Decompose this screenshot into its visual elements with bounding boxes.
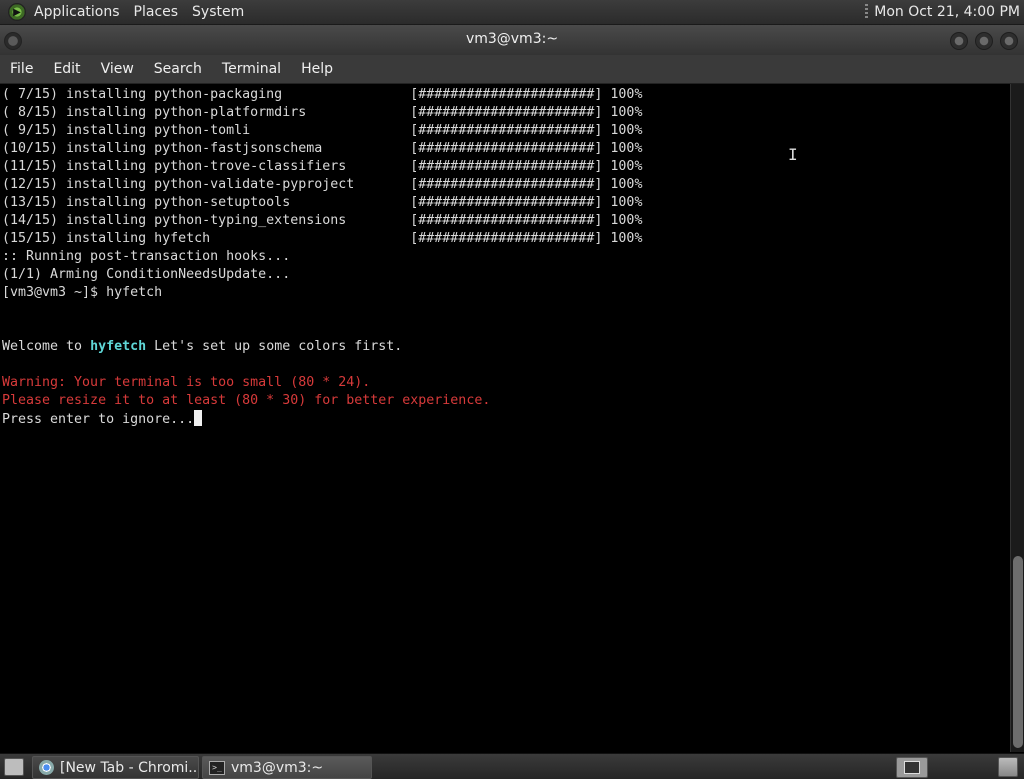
terminal-line-welcome: Welcome to hyfetch Let's set up some col… — [2, 338, 1010, 356]
install-progress-percent: 100% — [610, 105, 643, 120]
install-progress-bar: [######################] — [410, 141, 611, 156]
terminal-output[interactable]: ( 7/15) installing python-packaging [###… — [0, 84, 1010, 752]
install-line-text: (15/15) installing hyfetch — [2, 231, 411, 246]
maximize-button[interactable] — [975, 32, 993, 50]
show-desktop-icon[interactable] — [4, 758, 24, 776]
shell-command: hyfetch — [106, 285, 163, 300]
mouse-ibeam-cursor-icon: I — [788, 145, 798, 164]
text-cursor — [194, 410, 203, 426]
install-line-text: (11/15) installing python-trove-classifi… — [2, 159, 411, 174]
install-line-text: ( 9/15) installing python-tomli — [2, 123, 411, 138]
install-line: (14/15) installing python-typing_extensi… — [2, 212, 1010, 230]
welcome-suffix: Let's set up some colors first. — [146, 339, 403, 354]
terminal-line-resize: Please resize it to at least (80 * 30) f… — [2, 393, 491, 408]
terminal-scrollbar[interactable] — [1010, 84, 1024, 752]
install-progress-bar: [######################] — [410, 105, 611, 120]
install-progress-percent: 100% — [610, 123, 643, 138]
task-terminal-label: vm3@vm3:~ — [231, 759, 324, 776]
bottom-taskbar: [New Tab - Chromi... >_ vm3@vm3:~ — [0, 753, 1024, 779]
install-line: ( 9/15) installing python-tomli [#######… — [2, 122, 1010, 140]
install-line: (13/15) installing python-setuptools [##… — [2, 194, 1010, 212]
install-line: (12/15) installing python-validate-pypro… — [2, 176, 1010, 194]
welcome-prefix: Welcome to — [2, 339, 91, 354]
chromium-icon — [39, 760, 54, 775]
panel-clock[interactable]: Mon Oct 21, 4:00 PM — [874, 4, 1020, 20]
menu-edit[interactable]: Edit — [43, 61, 90, 77]
press-enter-text: Press enter to ignore... — [2, 412, 195, 427]
install-line: (10/15) installing python-fastjsonschema… — [2, 140, 1010, 158]
close-button[interactable] — [1000, 32, 1018, 50]
install-line-text: ( 8/15) installing python-platformdirs — [2, 105, 411, 120]
install-progress-percent: 100% — [610, 141, 643, 156]
top-panel: ▶ Applications Places System Mon Oct 21,… — [0, 0, 1024, 25]
menu-help[interactable]: Help — [291, 61, 343, 77]
terminal-menubar: File Edit View Search Terminal Help — [0, 55, 1024, 84]
panel-menu-applications[interactable]: Applications — [34, 4, 128, 20]
install-progress-bar: [######################] — [410, 87, 611, 102]
terminal-icon: >_ — [209, 760, 225, 775]
scrollbar-thumb[interactable] — [1013, 556, 1023, 748]
menu-file[interactable]: File — [0, 61, 43, 77]
applications-logo-icon[interactable]: ▶ — [8, 3, 26, 21]
terminal-line-press-enter: Press enter to ignore... — [2, 410, 1010, 428]
install-progress-bar: [######################] — [410, 231, 611, 246]
panel-grip-icon[interactable] — [865, 4, 869, 20]
menu-search[interactable]: Search — [144, 61, 212, 77]
install-line-text: (12/15) installing python-validate-pypro… — [2, 177, 411, 192]
install-progress-percent: 100% — [610, 159, 643, 174]
install-line-text: (14/15) installing python-typing_extensi… — [2, 213, 411, 228]
install-progress-percent: 100% — [610, 231, 643, 246]
install-progress-bar: [######################] — [410, 213, 611, 228]
install-line: (11/15) installing python-trove-classifi… — [2, 158, 1010, 176]
menu-view[interactable]: View — [91, 61, 144, 77]
install-line: ( 8/15) installing python-platformdirs [… — [2, 104, 1010, 122]
task-chromium-label: [New Tab - Chromi... — [60, 759, 199, 776]
install-progress-bar: [######################] — [410, 123, 611, 138]
panel-menu-system[interactable]: System — [192, 4, 252, 20]
panel-menu-places[interactable]: Places — [134, 4, 187, 20]
terminal-line-hooks: :: Running post-transaction hooks... — [2, 249, 291, 264]
install-progress-percent: 100% — [610, 213, 643, 228]
welcome-app-name: hyfetch — [90, 339, 147, 354]
install-lines: ( 7/15) installing python-packaging [###… — [2, 86, 1010, 248]
window-title: vm3@vm3:~ — [465, 31, 559, 47]
trash-icon[interactable] — [998, 757, 1018, 777]
terminal-line-arming: (1/1) Arming ConditionNeedsUpdate... — [2, 267, 291, 282]
install-line-text: (10/15) installing python-fastjsonschema — [2, 141, 411, 156]
install-progress-bar: [######################] — [410, 177, 611, 192]
install-progress-percent: 100% — [610, 195, 643, 210]
install-line-text: ( 7/15) installing python-packaging — [2, 87, 411, 102]
workspace-switcher-icon[interactable] — [896, 757, 928, 778]
task-terminal[interactable]: >_ vm3@vm3:~ — [202, 756, 372, 779]
menu-terminal[interactable]: Terminal — [212, 61, 291, 77]
install-line: ( 7/15) installing python-packaging [###… — [2, 86, 1010, 104]
shell-prompt: [vm3@vm3 ~]$ — [2, 285, 107, 300]
minimize-button[interactable] — [950, 32, 968, 50]
window-titlebar[interactable]: vm3@vm3:~ — [0, 25, 1024, 55]
install-progress-bar: [######################] — [410, 159, 611, 174]
install-line: (15/15) installing hyfetch [############… — [2, 230, 1010, 248]
install-progress-bar: [######################] — [410, 195, 611, 210]
task-chromium[interactable]: [New Tab - Chromi... — [32, 756, 199, 779]
terminal-line-command: [vm3@vm3 ~]$ hyfetch — [2, 284, 1010, 302]
terminal-line-warning: Warning: Your terminal is too small (80 … — [2, 375, 371, 390]
install-progress-percent: 100% — [610, 87, 643, 102]
install-progress-percent: 100% — [610, 177, 643, 192]
install-line-text: (13/15) installing python-setuptools — [2, 195, 411, 210]
